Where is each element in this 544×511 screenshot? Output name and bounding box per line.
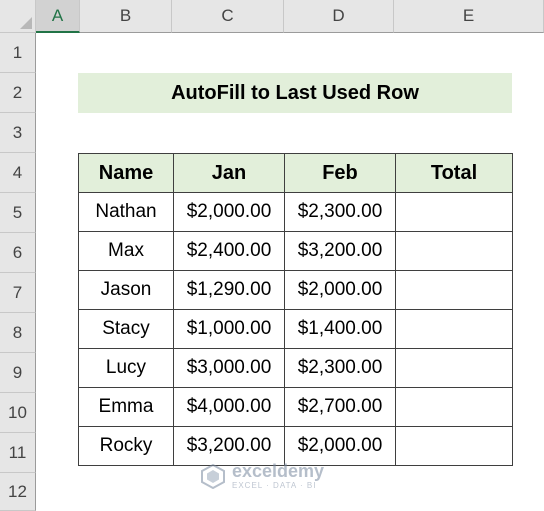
table-row: Rocky $3,200.00 $2,000.00: [78, 426, 513, 466]
title-cell[interactable]: AutoFill to Last Used Row: [78, 73, 512, 113]
name-cell[interactable]: Emma: [78, 387, 174, 427]
row-header-9[interactable]: 9: [0, 353, 36, 393]
name-cell[interactable]: Lucy: [78, 348, 174, 388]
name-cell[interactable]: Rocky: [78, 426, 174, 466]
column-header-a[interactable]: A: [36, 0, 80, 33]
feb-cell[interactable]: $2,000.00: [284, 426, 396, 466]
table-row: Stacy $1,000.00 $1,400.00: [78, 309, 513, 349]
jan-cell[interactable]: $3,200.00: [173, 426, 285, 466]
total-cell[interactable]: [395, 309, 513, 349]
total-cell[interactable]: [395, 387, 513, 427]
feb-cell[interactable]: $2,300.00: [284, 192, 396, 232]
row-header-11[interactable]: 11: [0, 433, 36, 473]
data-table: Name Jan Feb Total Nathan $2,000.00 $2,300…: [78, 153, 513, 466]
jan-cell[interactable]: $3,000.00: [173, 348, 285, 388]
jan-cell[interactable]: $2,400.00: [173, 231, 285, 271]
column-header-c[interactable]: C: [172, 0, 284, 33]
column-header-e[interactable]: E: [394, 0, 544, 33]
name-cell[interactable]: Stacy: [78, 309, 174, 349]
header-jan[interactable]: Jan: [173, 153, 285, 193]
header-feb[interactable]: Feb: [284, 153, 396, 193]
jan-cell[interactable]: $1,290.00: [173, 270, 285, 310]
total-cell[interactable]: [395, 231, 513, 271]
row-header-5[interactable]: 5: [0, 193, 36, 233]
total-cell[interactable]: [395, 426, 513, 466]
jan-cell[interactable]: $2,000.00: [173, 192, 285, 232]
row-header-12[interactable]: 12: [0, 473, 36, 511]
name-cell[interactable]: Nathan: [78, 192, 174, 232]
total-cell[interactable]: [395, 348, 513, 388]
table-row: Jason $1,290.00 $2,000.00: [78, 270, 513, 310]
select-all-triangle-icon: [20, 17, 32, 29]
exceldemy-logo-icon: [201, 463, 225, 489]
table-header-row: Name Jan Feb Total: [78, 153, 513, 193]
row-header-4[interactable]: 4: [0, 153, 36, 193]
jan-cell[interactable]: $1,000.00: [173, 309, 285, 349]
feb-cell[interactable]: $2,700.00: [284, 387, 396, 427]
row-header-6[interactable]: 6: [0, 233, 36, 273]
row-header-8[interactable]: 8: [0, 313, 36, 353]
title-text: AutoFill to Last Used Row: [171, 81, 419, 104]
watermark-name: exceldemy: [232, 461, 325, 481]
select-all-corner[interactable]: [0, 0, 36, 33]
table-row: Emma $4,000.00 $2,700.00: [78, 387, 513, 427]
table-row: Nathan $2,000.00 $2,300.00: [78, 192, 513, 232]
total-cell[interactable]: [395, 270, 513, 310]
row-header-7[interactable]: 7: [0, 273, 36, 313]
feb-cell[interactable]: $2,300.00: [284, 348, 396, 388]
feb-cell[interactable]: $2,000.00: [284, 270, 396, 310]
header-name[interactable]: Name: [78, 153, 174, 193]
column-header-d[interactable]: D: [284, 0, 394, 33]
header-total[interactable]: Total: [395, 153, 513, 193]
row-header-10[interactable]: 10: [0, 393, 36, 433]
row-header-3[interactable]: 3: [0, 113, 36, 153]
table-row: Lucy $3,000.00 $2,300.00: [78, 348, 513, 388]
column-header-b[interactable]: B: [80, 0, 172, 33]
total-cell[interactable]: [395, 192, 513, 232]
feb-cell[interactable]: $1,400.00: [284, 309, 396, 349]
spreadsheet: ABCDE 1 2 3 4 5 6 7 8 9 10 11 12 AutoFill to Last U…: [0, 0, 544, 511]
table-row: Max $2,400.00 $3,200.00: [78, 231, 513, 271]
name-cell[interactable]: Max: [78, 231, 174, 271]
name-cell[interactable]: Jason: [78, 270, 174, 310]
row-header-1[interactable]: 1: [0, 33, 36, 73]
row-header-2[interactable]: 2: [0, 73, 36, 113]
exceldemy-watermark: exceldemy EXCEL · DATA · BI: [200, 462, 324, 490]
watermark-tagline: EXCEL · DATA · BI: [232, 481, 317, 490]
feb-cell[interactable]: $3,200.00: [284, 231, 396, 271]
jan-cell[interactable]: $4,000.00: [173, 387, 285, 427]
